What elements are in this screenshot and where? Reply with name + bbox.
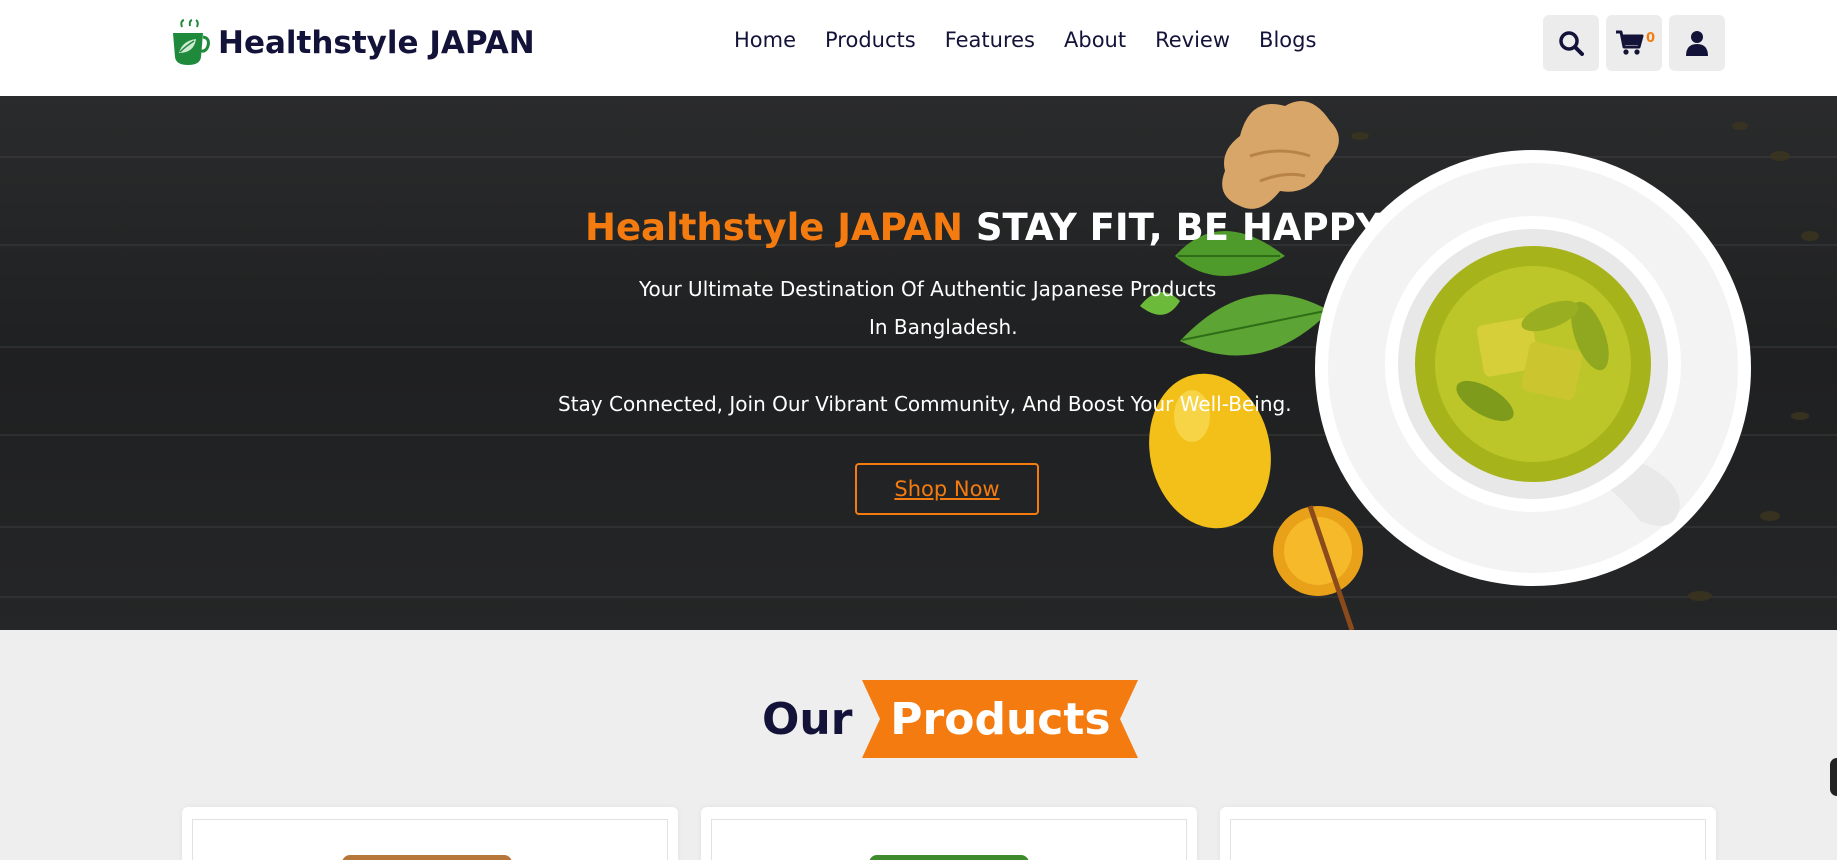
product-card[interactable] <box>1220 807 1716 860</box>
search-button[interactable] <box>1543 15 1599 71</box>
hero-subtitle-line1: Your Ultimate Destination Of Authentic J… <box>639 277 1217 301</box>
nav-about[interactable]: About <box>1064 28 1126 52</box>
product-card[interactable] <box>701 807 1197 860</box>
product-card[interactable] <box>182 807 678 860</box>
tea-cup-logo-icon <box>170 19 210 67</box>
main-nav: Home Products Features About Review Blog… <box>734 28 1345 52</box>
account-button[interactable] <box>1669 15 1725 71</box>
nav-blogs[interactable]: Blogs <box>1259 28 1316 52</box>
hero-content: Healthstyle JAPAN STAY FIT, BE HAPPY You… <box>0 96 1837 630</box>
shop-now-button[interactable]: Shop Now <box>855 463 1039 515</box>
section-title-our: Our <box>762 693 853 745</box>
cart-button[interactable]: 0 <box>1606 15 1662 71</box>
hero-subtitle-line3: Stay Connected, Join Our Vibrant Communi… <box>558 392 1292 416</box>
product-card-frame <box>711 819 1187 860</box>
hero-heading-brand: Healthstyle JAPAN <box>585 206 963 249</box>
section-title-products: Products <box>890 693 1111 745</box>
brand-logo[interactable]: Healthstyle JAPAN <box>170 18 535 68</box>
hero-banner: Healthstyle JAPAN STAY FIT, BE HAPPY You… <box>0 96 1837 630</box>
nav-products[interactable]: Products <box>825 28 916 52</box>
nav-home[interactable]: Home <box>734 28 796 52</box>
product-card-frame <box>1230 819 1706 860</box>
nav-features[interactable]: Features <box>945 28 1035 52</box>
nav-review[interactable]: Review <box>1155 28 1230 52</box>
user-icon <box>1686 31 1708 56</box>
hero-heading-tagline: STAY FIT, BE HAPPY <box>975 206 1383 249</box>
hero-heading: Healthstyle JAPAN STAY FIT, BE HAPPY <box>585 206 1383 249</box>
hero-subtitle-line2: In Bangladesh. <box>869 315 1018 339</box>
products-section-title: Our Products <box>762 680 1232 758</box>
cart-icon <box>1616 30 1644 55</box>
section-title-ribbon: Products <box>862 680 1232 758</box>
brand-name: Healthstyle JAPAN <box>218 25 535 61</box>
site-header: Healthstyle JAPAN Home Products Features… <box>0 0 1837 96</box>
chat-widget-edge[interactable] <box>1830 758 1837 796</box>
product-card-frame <box>192 819 668 860</box>
search-icon <box>1559 31 1584 56</box>
product-image <box>869 855 1029 860</box>
cart-count-badge: 0 <box>1646 31 1656 46</box>
product-image <box>342 855 512 860</box>
